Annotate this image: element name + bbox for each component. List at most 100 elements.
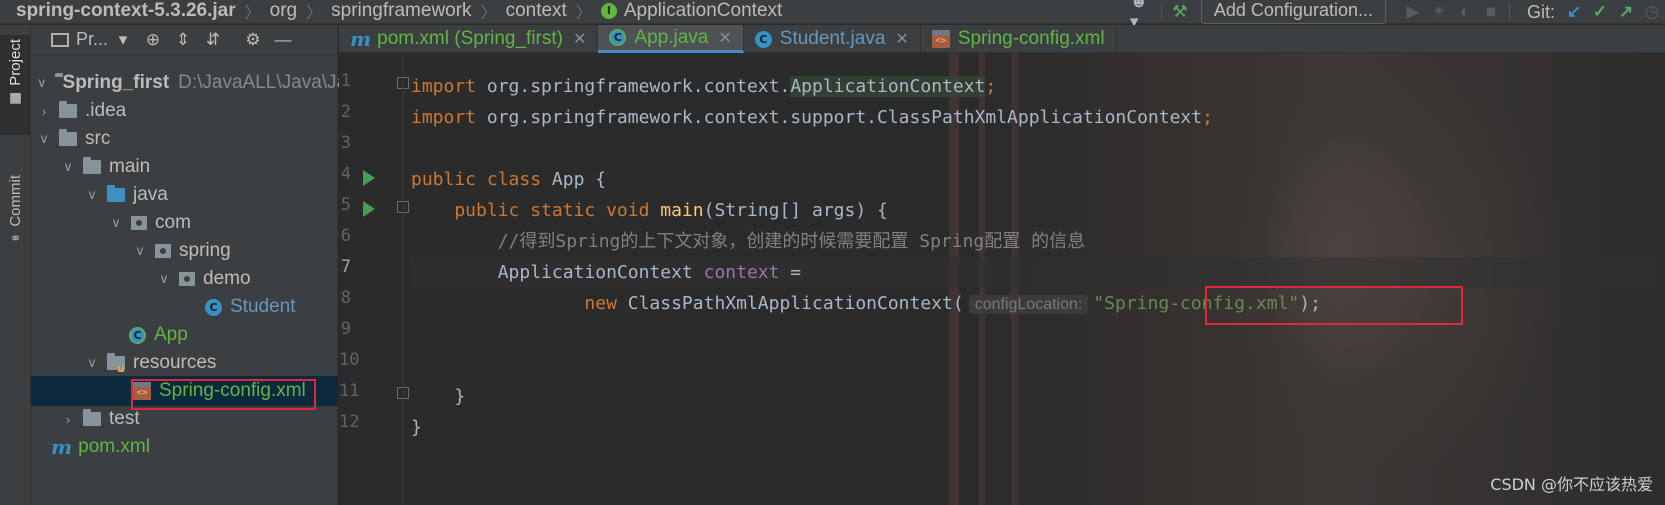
code-token: (String[] args) { <box>703 200 888 221</box>
project-toolbar: Pr... ▾ ⊕ ⇕ ⇵ ⚙ — <box>31 25 337 55</box>
expand-all-icon[interactable]: ⇕ <box>168 30 198 50</box>
debug-icon[interactable]: ✴ <box>1426 0 1452 24</box>
line-number: 5 <box>340 195 351 215</box>
code-string: "Spring-config.xml" <box>1093 293 1300 314</box>
project-tab-label: Project <box>7 39 24 86</box>
gear-icon[interactable]: ⚙ <box>238 30 268 50</box>
tree-item-student[interactable]: C Student <box>31 292 338 322</box>
tree-item-spring-first[interactable]: ∨ Spring_first D:\JavaALL\Java\Jav <box>31 68 357 98</box>
chevron-down-icon[interactable]: ∨ <box>109 215 123 231</box>
code-token: ApplicationContext <box>790 76 986 97</box>
chevron-down-icon[interactable]: ∨ <box>133 243 147 259</box>
tree-item-app[interactable]: C App <box>31 320 338 350</box>
project-view-icon <box>51 32 69 47</box>
tree-item-java[interactable]: ∨ java <box>31 180 338 210</box>
tab-pom-xml[interactable]: m pom.xml (Spring_first) ✕ <box>339 25 599 53</box>
line-number: 8 <box>340 288 351 308</box>
coverage-icon[interactable]: ◐ <box>1452 0 1478 24</box>
chevron-down-icon[interactable]: ∨ <box>37 131 51 147</box>
code-editor[interactable]: m pom.xml (Spring_first) ✕ C App.java ✕ … <box>339 25 1665 505</box>
chevron-down-icon[interactable]: ∨ <box>85 355 99 371</box>
breadcrumb-context[interactable]: context <box>506 0 567 22</box>
tab-student-java[interactable]: C Student.java ✕ <box>744 25 921 53</box>
add-configuration-button[interactable]: Add Configuration... <box>1200 0 1386 24</box>
maven-icon: m <box>350 27 372 51</box>
history-icon[interactable]: ◷ <box>1639 0 1665 24</box>
chevron-right-icon[interactable]: › <box>37 104 51 119</box>
breadcrumb-org[interactable]: org <box>270 0 297 22</box>
stop-icon[interactable]: ■ <box>1478 0 1504 24</box>
folder-icon <box>59 101 77 118</box>
chevron-right-icon: 〉 <box>244 5 261 22</box>
tree-item-demo[interactable]: ∨ demo <box>31 264 338 294</box>
chevron-down-icon[interactable]: ∨ <box>61 159 75 175</box>
code-line-10: } <box>411 381 465 412</box>
tab-app-java[interactable]: C App.java ✕ <box>598 25 744 53</box>
vcs-update-icon[interactable]: ↙ <box>1561 0 1587 24</box>
code-token: context <box>703 262 780 283</box>
commit-tool-tab[interactable]: Commit ⚭ <box>0 175 31 247</box>
breadcrumb-applicationcontext[interactable]: ApplicationContext <box>624 0 782 22</box>
breadcrumb-jar[interactable]: spring-context-5.3.26.jar <box>16 0 236 22</box>
git-label: Git: <box>1526 1 1555 22</box>
tree-item-spring[interactable]: ∨ spring <box>31 236 338 266</box>
collapse-all-icon[interactable]: ⇵ <box>198 30 228 50</box>
tree-item-label: main <box>109 156 151 177</box>
vcs-commit-icon[interactable]: ✓ <box>1587 0 1613 24</box>
run-gutter-icon[interactable] <box>363 201 375 217</box>
project-tool-tab[interactable]: Project ■ <box>0 35 31 135</box>
close-icon[interactable]: ✕ <box>718 28 731 48</box>
chevron-right-icon: 〉 <box>575 5 592 22</box>
navigation-bar: spring-context-5.3.26.jar 〉 org 〉 spring… <box>0 0 1665 31</box>
tree-item-label: com <box>155 212 191 233</box>
line-number-current: 7 <box>340 257 351 277</box>
folder-icon <box>83 409 101 426</box>
code-area[interactable]: import org.springframework.context.Appli… <box>411 54 1665 505</box>
project-view-selector[interactable]: Pr... <box>76 29 108 50</box>
tree-item-com[interactable]: ∨ com <box>31 208 338 238</box>
chevron-down-icon[interactable]: ∨ <box>37 75 47 91</box>
close-icon[interactable]: ✕ <box>573 29 586 49</box>
vcs-push-icon[interactable]: ↗ <box>1613 0 1639 24</box>
code-line-8: new ClassPathXmlApplicationContext(confi… <box>411 288 1321 319</box>
folder-icon: ■ <box>8 89 23 106</box>
hide-icon[interactable]: — <box>268 30 298 50</box>
tree-item-label: spring <box>179 240 231 261</box>
run-icon[interactable]: ▶ <box>1400 0 1426 24</box>
tree-item-pom-xml[interactable]: m pom.xml <box>31 432 338 462</box>
code-token: import <box>411 107 477 128</box>
code-token: ); <box>1299 293 1321 314</box>
package-icon <box>179 272 195 286</box>
hammer-icon[interactable]: ⚒ <box>1167 0 1193 24</box>
tree-item-test[interactable]: › test <box>31 404 338 434</box>
breadcrumb-springframework[interactable]: springframework <box>331 0 471 22</box>
tab-label: Spring-config.xml <box>957 28 1105 49</box>
tab-spring-config-xml[interactable]: <> Spring-config.xml <box>921 25 1117 53</box>
tree-item-idea[interactable]: › .idea <box>31 96 338 126</box>
run-gutter-icon[interactable] <box>363 170 375 186</box>
code-token: main <box>660 200 704 221</box>
code-token: } <box>411 417 422 438</box>
tree-item-main[interactable]: ∨ main <box>31 152 338 182</box>
chevron-down-icon[interactable]: ∨ <box>85 187 99 203</box>
tree-item-spring-config-xml[interactable]: <> Spring-config.xml <box>31 376 338 406</box>
code-line-4: public class App { <box>411 164 606 195</box>
tree-item-src[interactable]: ∨ src <box>31 124 338 154</box>
tree-item-label: Spring_first <box>62 72 170 93</box>
line-number: 11 <box>339 381 360 401</box>
user-icon[interactable]: ☻▾ <box>1130 0 1156 31</box>
code-token: public class <box>411 169 552 190</box>
chevron-down-icon[interactable]: ▾ <box>108 30 138 50</box>
chevron-right-icon[interactable]: › <box>61 412 75 427</box>
code-token: ClassPathXmlApplicationContext( <box>627 293 964 314</box>
tree-item-label: java <box>133 184 168 205</box>
package-icon <box>131 216 147 230</box>
close-icon[interactable]: ✕ <box>895 29 908 49</box>
code-line-6: //得到Spring的上下文对象，创建的时候需要配置 Spring配置 的信息 <box>411 226 1085 257</box>
package-icon <box>155 244 171 258</box>
chevron-down-icon[interactable]: ∨ <box>157 271 171 287</box>
tree-item-resources[interactable]: ∨ resources <box>31 348 338 378</box>
tree-item-label: .idea <box>85 100 127 121</box>
locate-icon[interactable]: ⊕ <box>138 30 168 50</box>
code-line-2: import org.springframework.context.suppo… <box>411 102 1213 133</box>
